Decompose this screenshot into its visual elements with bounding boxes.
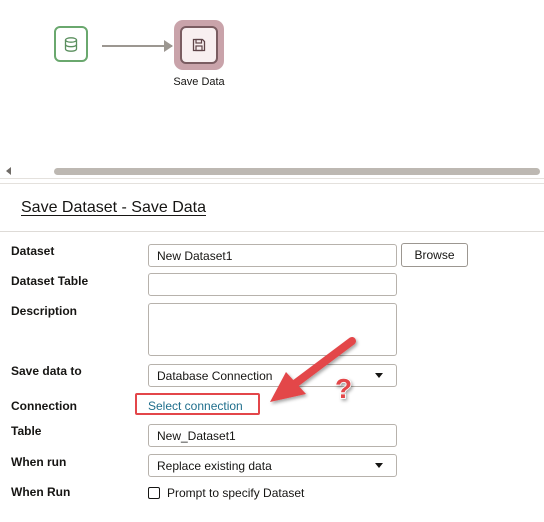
- save-data-to-label: Save data to: [11, 364, 82, 378]
- scrollbar-thumb[interactable]: [54, 168, 540, 175]
- flow-connector-arrowhead: [164, 40, 173, 52]
- dataset-label: Dataset: [11, 244, 55, 258]
- when-run-prompt-label: When Run: [11, 485, 71, 499]
- save-data-node[interactable]: [174, 20, 224, 70]
- database-icon: [64, 36, 78, 52]
- save-data-to-selected-value: Database Connection: [157, 368, 273, 383]
- description-label: Description: [11, 304, 78, 318]
- canvas-horizontal-scrollbar[interactable]: [4, 166, 540, 176]
- prompt-dataset-checkbox-row[interactable]: Prompt to specify Dataset: [148, 486, 304, 500]
- scroll-left-icon[interactable]: [6, 167, 11, 175]
- table-input[interactable]: [148, 424, 397, 447]
- save-data-node-label: Save Data: [173, 76, 225, 88]
- title-divider: [0, 231, 544, 232]
- save-data-to-select[interactable]: Database Connection: [148, 364, 397, 387]
- panel-title: Save Dataset - Save Data: [21, 199, 206, 216]
- table-label: Table: [11, 424, 42, 438]
- when-run-label: When run: [11, 455, 67, 469]
- flow-connector: [102, 45, 172, 47]
- flow-canvas[interactable]: Save Data: [0, 0, 544, 179]
- connection-label: Connection: [11, 399, 77, 413]
- dataset-table-input[interactable]: [148, 273, 397, 296]
- source-dataset-node[interactable]: [54, 26, 88, 62]
- prompt-dataset-checkbox[interactable]: [148, 487, 160, 499]
- chevron-down-icon: [375, 373, 383, 378]
- prompt-dataset-checkbox-label: Prompt to specify Dataset: [167, 486, 305, 500]
- floppy-disk-icon: [192, 38, 206, 52]
- when-run-select[interactable]: Replace existing data: [148, 454, 397, 477]
- when-run-selected-value: Replace existing data: [157, 458, 272, 473]
- dataset-input[interactable]: [148, 244, 397, 267]
- chevron-down-icon: [375, 463, 383, 468]
- dataset-table-label: Dataset Table: [11, 274, 89, 288]
- description-textarea[interactable]: [148, 303, 397, 356]
- browse-button[interactable]: Browse: [401, 243, 468, 267]
- highlight-box: [135, 393, 260, 415]
- panel-divider: [0, 183, 544, 184]
